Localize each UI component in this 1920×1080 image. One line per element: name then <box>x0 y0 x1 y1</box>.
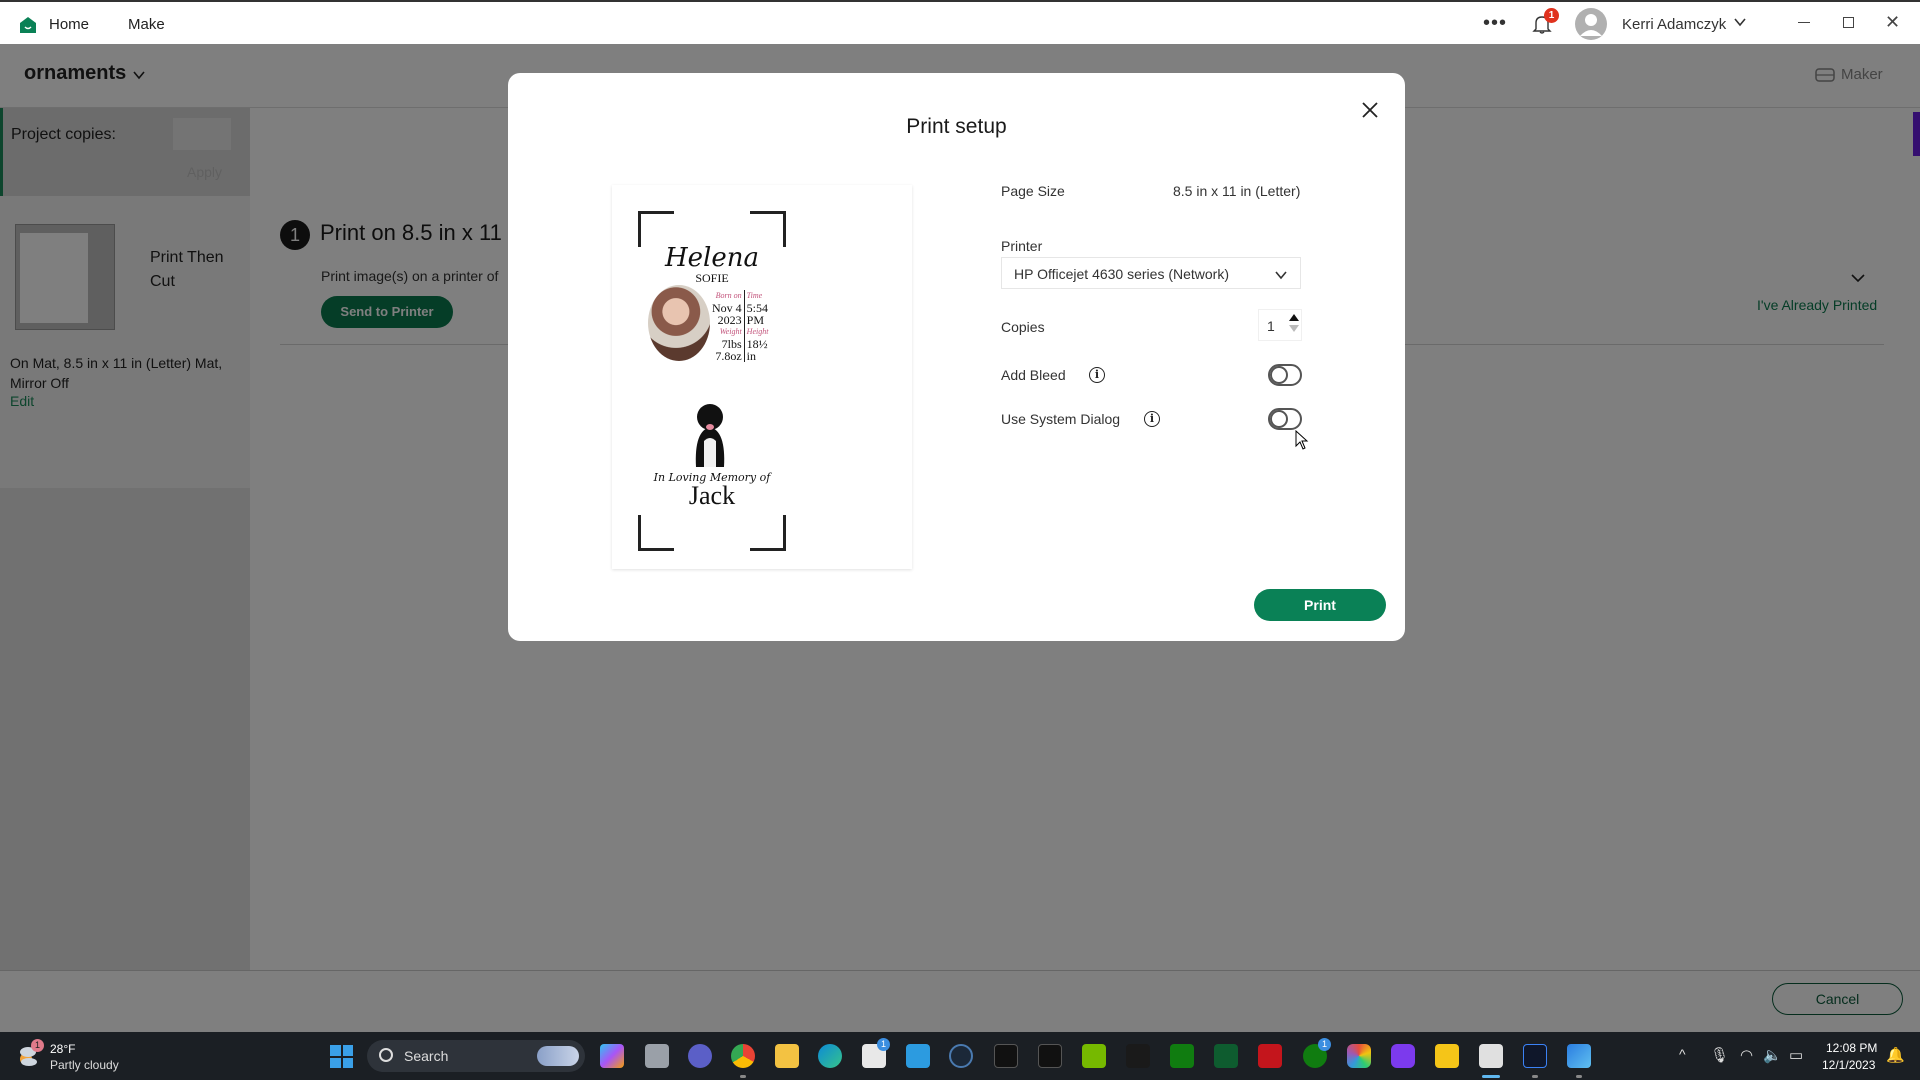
height-unit: in <box>746 349 757 363</box>
copies-label: Copies <box>1001 319 1045 335</box>
pet-name: Jack <box>688 481 736 510</box>
registration-mark <box>638 515 674 551</box>
info-icon[interactable]: i <box>1089 367 1105 383</box>
page-size-label: Page Size <box>1001 183 1065 199</box>
show-hidden-icons-chevron-icon[interactable]: ^ <box>1679 1046 1686 1062</box>
user-name[interactable]: Kerri Adamczyk <box>1622 16 1726 33</box>
search-highlight-art <box>537 1046 579 1066</box>
mail-icon[interactable] <box>906 1044 930 1068</box>
windows-taskbar: 1 28°F Partly cloudy Search 1 1 ^ 🎙 ◠ 🔈 … <box>0 1032 1920 1080</box>
app-red-icon[interactable] <box>1258 1044 1282 1068</box>
window-close-button[interactable]: ✕ <box>1885 12 1900 33</box>
printer-label: Printer <box>1001 238 1043 254</box>
print-setup-dialog: Print setup Helena SOFIE Born on Nov 4 2… <box>508 73 1405 641</box>
born-year: 2023 <box>717 313 742 327</box>
print-button[interactable]: Print <box>1254 589 1386 621</box>
xbox-game-pass-icon[interactable] <box>1170 1044 1194 1068</box>
add-bleed-toggle[interactable] <box>1268 364 1302 386</box>
screen-recorder-icon[interactable] <box>1523 1044 1547 1068</box>
maximize-button[interactable] <box>1843 17 1854 28</box>
store-badge: 1 <box>877 1038 890 1051</box>
search-placeholder: Search <box>404 1048 449 1064</box>
task-view-icon[interactable] <box>645 1044 669 1068</box>
use-system-dialog-toggle[interactable] <box>1268 408 1302 430</box>
active-indicator <box>1482 1075 1500 1078</box>
running-indicator <box>1576 1075 1582 1078</box>
clock-time[interactable]: 12:08 PM <box>1826 1041 1877 1055</box>
printer-select-value: HP Officejet 4630 series (Network) <box>1014 266 1230 282</box>
baby-photo <box>648 285 710 361</box>
xbox-badge: 1 <box>1318 1038 1331 1051</box>
toggle-knob <box>1270 366 1288 384</box>
birth-ampm: PM <box>746 313 765 327</box>
preview-middle-name: SOFIE <box>695 271 729 285</box>
close-icon[interactable] <box>1359 99 1381 121</box>
running-indicator <box>740 1075 746 1078</box>
add-bleed-label: Add Bleed <box>1001 367 1066 383</box>
xbox-cloud-gaming-icon[interactable] <box>1126 1044 1150 1068</box>
clock-date[interactable]: 12/1/2023 <box>1822 1058 1875 1072</box>
birth-stats-right: Time 5:54 PM Height 18½ in <box>743 290 768 363</box>
birth-stats: Born on Nov 4 2023 Weight 7lbs 7.8oz Tim… <box>712 290 768 362</box>
page-size-value: 8.5 in x 11 in (Letter) <box>1173 183 1301 199</box>
app-green-icon[interactable] <box>1214 1044 1238 1068</box>
wifi-icon[interactable]: ◠ <box>1740 1046 1753 1064</box>
nav-home[interactable]: Home <box>49 16 89 33</box>
photos-icon[interactable] <box>1567 1044 1591 1068</box>
cricut-home-logo-icon[interactable] <box>20 17 36 33</box>
increment-arrow-icon[interactable] <box>1289 314 1299 321</box>
copies-stepper[interactable]: 1 <box>1258 309 1302 341</box>
taskbar-search[interactable]: Search <box>367 1040 585 1072</box>
cloud-icon[interactable] <box>1038 1044 1062 1068</box>
app-circle-icon[interactable] <box>1391 1044 1415 1068</box>
teams-icon[interactable] <box>688 1044 712 1068</box>
registration-mark <box>750 211 786 247</box>
nvidia-icon[interactable] <box>1082 1044 1106 1068</box>
more-options-icon[interactable]: ••• <box>1483 12 1507 35</box>
battery-icon[interactable]: ▭ <box>1789 1046 1803 1064</box>
registration-mark <box>638 211 674 247</box>
nav-make[interactable]: Make <box>128 16 165 33</box>
edge-icon[interactable] <box>818 1044 842 1068</box>
dog-photo <box>695 404 725 467</box>
windows-start-icon[interactable] <box>330 1045 353 1068</box>
epic-games-icon[interactable] <box>994 1044 1018 1068</box>
copilot-icon[interactable] <box>600 1044 624 1068</box>
use-system-dialog-label: Use System Dialog <box>1001 411 1121 427</box>
weather-badge: 1 <box>31 1039 44 1052</box>
preview-name: Helena <box>664 243 759 273</box>
search-icon <box>379 1048 393 1062</box>
copies-value[interactable]: 1 <box>1267 318 1275 334</box>
info-icon[interactable]: i <box>1144 411 1160 427</box>
sticky-notes-icon[interactable] <box>1435 1044 1459 1068</box>
notification-badge: 1 <box>1544 8 1559 23</box>
steam-icon[interactable] <box>949 1044 973 1068</box>
minimize-button[interactable] <box>1798 22 1810 23</box>
cricut-app-window: Home Make ••• 1 Kerri Adamczyk ✕ ornamen… <box>0 0 1920 1032</box>
weather-description[interactable]: Partly cloudy <box>50 1058 119 1072</box>
chevron-down-icon <box>1275 271 1287 280</box>
running-indicator <box>1532 1075 1538 1078</box>
printer-select[interactable]: HP Officejet 4630 series (Network) <box>1001 257 1301 289</box>
microphone-icon[interactable]: 🎙 <box>1710 1046 1729 1064</box>
registration-mark <box>750 515 786 551</box>
chrome-icon[interactable] <box>731 1044 755 1068</box>
weather-temperature[interactable]: 28°F <box>50 1042 75 1056</box>
file-explorer-icon[interactable] <box>775 1044 799 1068</box>
chevron-down-icon[interactable] <box>1733 15 1747 29</box>
weight-oz: 7.8oz <box>715 349 742 363</box>
title-bar: Home Make ••• 1 Kerri Adamczyk ✕ <box>0 0 1920 44</box>
decrement-arrow-icon[interactable] <box>1289 325 1299 332</box>
dialog-title: Print setup <box>906 115 1007 138</box>
avatar[interactable] <box>1575 8 1607 40</box>
cricut-design-space-icon[interactable] <box>1479 1044 1503 1068</box>
app-hex-icon[interactable] <box>1347 1044 1371 1068</box>
volume-icon[interactable]: 🔈 <box>1763 1046 1782 1064</box>
birth-stats-left: Born on Nov 4 2023 Weight 7lbs 7.8oz <box>712 290 744 362</box>
toggle-knob <box>1270 410 1288 428</box>
print-preview: Helena SOFIE Born on Nov 4 2023 Weight 7… <box>612 185 912 569</box>
notification-center-icon[interactable]: 🔔 <box>1886 1046 1905 1064</box>
mouse-cursor-icon <box>1295 430 1309 450</box>
